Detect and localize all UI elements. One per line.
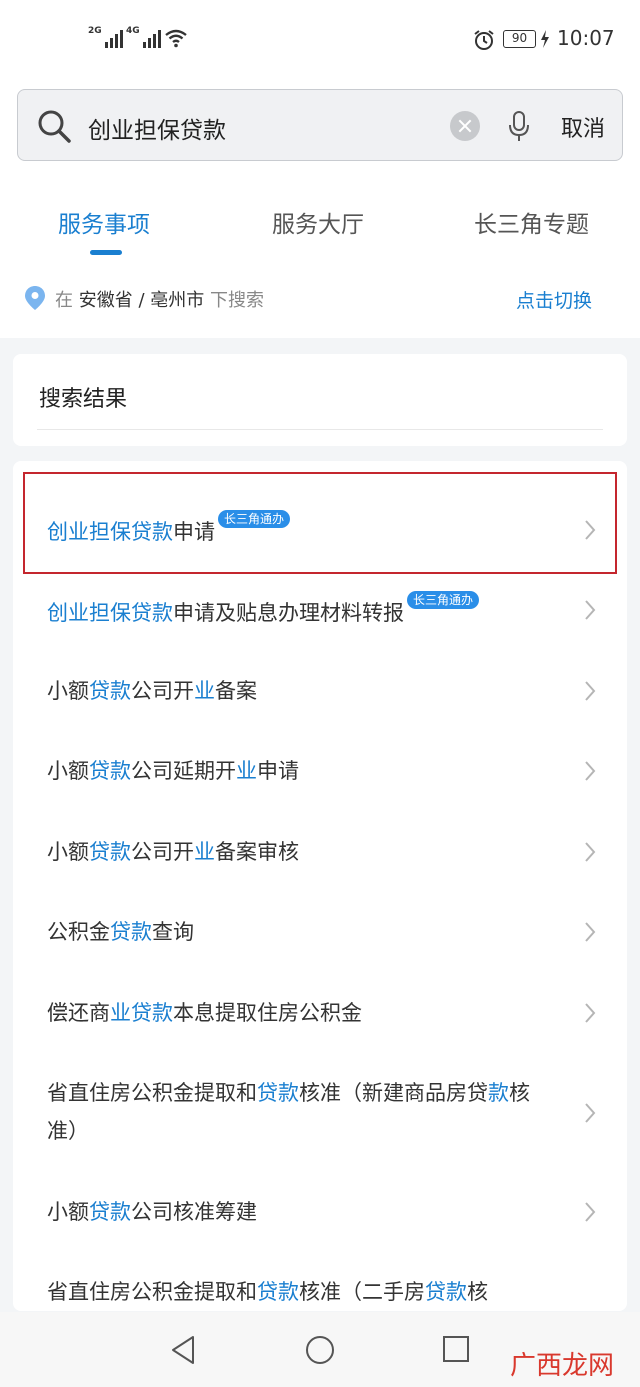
city-label: 亳州市 bbox=[150, 290, 205, 311]
list-item[interactable]: 省直住房公积金提取和贷款核准（新建商品房贷款核准） bbox=[13, 1055, 627, 1173]
list-item[interactable]: 小额贷款公司开业备案审核 bbox=[13, 814, 627, 890]
list-item[interactable]: 创业担保贷款申请及贴息办理材料转报长三角通办 bbox=[13, 572, 627, 648]
location-info: 在 安徽省 / 亳州市 下搜索 bbox=[55, 290, 265, 311]
chevron-right-icon bbox=[585, 1003, 596, 1023]
list-item[interactable]: 省直住房公积金提取和贷款核准（二手房贷款核 bbox=[13, 1254, 627, 1311]
badge: 长三角通办 bbox=[407, 591, 480, 609]
tab-yangtze-delta[interactable]: 长三角专题 bbox=[474, 205, 589, 239]
search-icon bbox=[38, 110, 71, 143]
tab-service-hall[interactable]: 服务大厅 bbox=[272, 205, 364, 239]
list-item[interactable]: 偿还商业贷款本息提取住房公积金 bbox=[13, 975, 627, 1051]
results-list: 创业担保贷款申请长三角通办 创业担保贷款申请及贴息办理材料转报长三角通办 小额贷… bbox=[13, 461, 627, 1311]
active-tab-indicator bbox=[90, 250, 122, 255]
chevron-right-icon bbox=[585, 922, 596, 942]
switch-location-link[interactable]: 点击切换 bbox=[516, 286, 592, 313]
recent-apps-icon[interactable] bbox=[441, 1334, 471, 1364]
status-bar: 2G 4G 90 10:07 bbox=[0, 0, 640, 80]
alarm-icon bbox=[474, 30, 494, 50]
list-item[interactable]: 小额贷款公司延期开业申请 bbox=[13, 733, 627, 809]
back-icon[interactable] bbox=[168, 1334, 198, 1366]
wifi-icon bbox=[165, 29, 187, 48]
signal-4g-icon: 4G bbox=[126, 26, 161, 48]
microphone-icon[interactable] bbox=[508, 110, 530, 144]
list-item[interactable]: 小额贷款公司核准筹建 bbox=[13, 1174, 627, 1250]
chevron-right-icon bbox=[585, 1103, 596, 1123]
cancel-button[interactable]: 取消 bbox=[561, 111, 605, 143]
clock: 10:07 bbox=[557, 26, 615, 50]
results-title: 搜索结果 bbox=[39, 387, 128, 412]
chevron-right-icon bbox=[585, 600, 596, 620]
search-input[interactable]: 创业担保贷款 bbox=[88, 111, 226, 145]
tab-service-items[interactable]: 服务事项 bbox=[58, 205, 150, 239]
province-label: 安徽省 bbox=[78, 290, 133, 311]
chevron-right-icon bbox=[585, 842, 596, 862]
chevron-right-icon bbox=[585, 761, 596, 781]
clear-icon[interactable] bbox=[450, 111, 480, 141]
home-icon[interactable] bbox=[304, 1334, 336, 1366]
results-header-card: 搜索结果 bbox=[13, 354, 627, 446]
chevron-right-icon bbox=[585, 1202, 596, 1222]
charging-icon bbox=[541, 30, 549, 48]
signal-2g-icon: 2G bbox=[88, 26, 123, 48]
battery-indicator: 90 bbox=[503, 30, 536, 48]
list-item[interactable]: 公积金贷款查询 bbox=[13, 894, 627, 970]
watermark-logo: 广西龙网 bbox=[510, 1351, 615, 1381]
list-item[interactable]: 小额贷款公司开业备案 bbox=[13, 653, 627, 729]
divider bbox=[37, 429, 603, 430]
highlight-box bbox=[23, 472, 617, 574]
chevron-right-icon bbox=[585, 681, 596, 701]
search-bar[interactable]: 创业担保贷款 取消 bbox=[17, 89, 623, 161]
location-pin-icon bbox=[25, 286, 45, 310]
